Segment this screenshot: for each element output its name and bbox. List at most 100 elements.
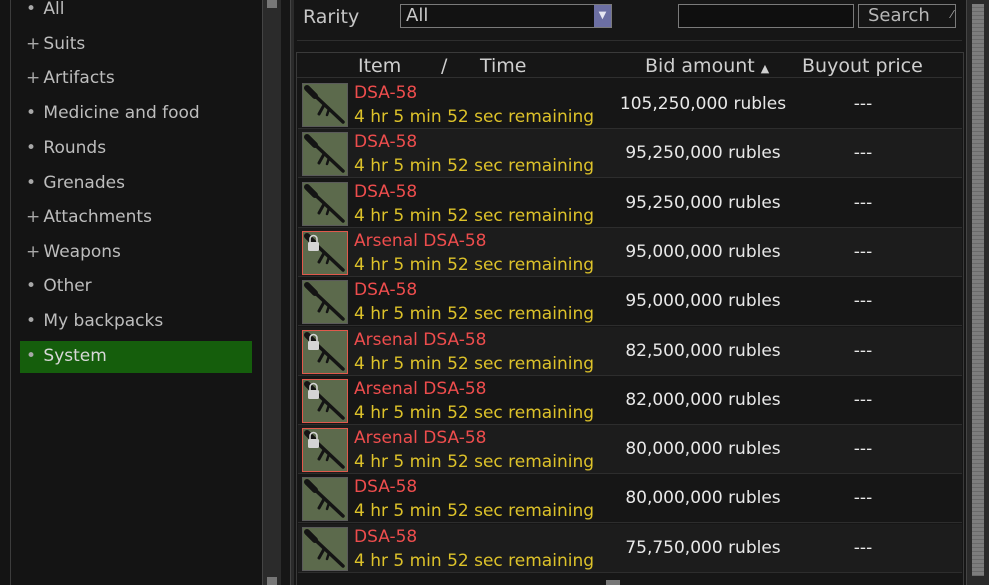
table-row[interactable]: DSA-58 4 hr 5 min 52 sec remaining 75,750,…	[298, 523, 962, 573]
table-row[interactable]: Arsenal DSA-58 4 hr 5 min 52 sec remainin…	[298, 326, 962, 376]
divider	[297, 40, 962, 41]
scroll-up-arrow-icon[interactable]	[267, 0, 277, 8]
time-remaining: 4 hr 5 min 52 sec remaining	[354, 402, 595, 423]
category-label: Other	[43, 276, 92, 296]
bullet-icon: •	[26, 138, 37, 158]
item-name: DSA-58	[354, 526, 418, 547]
table-row[interactable]: DSA-58 4 hr 5 min 52 sec remaining 80,000,…	[298, 474, 962, 524]
buyout-price: ---	[853, 439, 873, 460]
time-remaining: 4 hr 5 min 52 sec remaining	[354, 550, 595, 571]
expand-plus-icon[interactable]: +	[26, 29, 40, 60]
category-label: Artifacts	[43, 68, 115, 88]
expand-plus-icon[interactable]: +	[26, 63, 40, 94]
category-item[interactable]: • Grenades	[20, 168, 252, 200]
column-header-bid[interactable]: Bid amount ▲	[645, 55, 769, 77]
buyout-price: ---	[853, 241, 873, 262]
column-header-separator: /	[441, 55, 448, 77]
rarity-dropdown[interactable]: All ▼	[400, 4, 612, 28]
category-item[interactable]: • My backpacks	[20, 306, 252, 338]
search-button-label: Search	[868, 5, 930, 26]
scrollbar-thumb[interactable]	[972, 4, 984, 576]
buyout-price: ---	[853, 537, 873, 558]
category-label: Weapons	[43, 242, 121, 262]
category-label: Rounds	[43, 138, 107, 158]
buyout-price: ---	[853, 488, 873, 509]
category-item[interactable]: • All	[20, 0, 252, 26]
column-header-buyout[interactable]: Buyout price	[802, 55, 923, 77]
bid-amount: 95,250,000 rubles	[625, 143, 781, 164]
time-remaining: 4 hr 5 min 52 sec remaining	[354, 353, 595, 374]
rarity-label: Rarity	[303, 6, 360, 28]
chevron-down-icon[interactable]: ▼	[594, 5, 611, 27]
table-row[interactable]: DSA-58 4 hr 5 min 52 sec remaining 95,250,…	[298, 129, 962, 179]
item-name: DSA-58	[354, 477, 418, 498]
category-item[interactable]: • Medicine and food	[20, 98, 252, 130]
buyout-price: ---	[853, 389, 873, 410]
bid-amount: 82,500,000 rubles	[625, 340, 781, 361]
item-name: Arsenal DSA-58	[354, 329, 487, 350]
time-remaining: 4 hr 5 min 52 sec remaining	[354, 205, 595, 226]
item-thumbnail	[302, 526, 348, 571]
bullet-icon: •	[26, 103, 37, 123]
header-divider	[297, 77, 962, 78]
item-thumbnail	[302, 329, 348, 374]
item-name: DSA-58	[354, 132, 418, 153]
buyout-price: ---	[853, 291, 873, 312]
category-label: My backpacks	[43, 311, 164, 331]
bid-amount: 105,250,000 rubles	[619, 94, 787, 114]
column-header-item[interactable]: Item	[358, 55, 401, 77]
category-item[interactable]: • Other	[20, 271, 252, 303]
bid-amount: 75,750,000 rubles	[625, 537, 781, 558]
time-remaining: 4 hr 5 min 52 sec remaining	[354, 254, 595, 275]
item-thumbnail	[302, 378, 348, 423]
category-scrollbar[interactable]	[262, 0, 281, 585]
bid-amount: 80,000,000 rubles	[625, 439, 781, 460]
expand-plus-icon[interactable]: +	[26, 237, 40, 268]
bid-amount: 82,000,000 rubles	[625, 389, 781, 410]
time-remaining: 4 hr 5 min 52 sec remaining	[354, 452, 595, 473]
item-name: DSA-58	[354, 181, 418, 202]
time-remaining: 4 hr 5 min 52 sec remaining	[354, 501, 595, 522]
bullet-icon: •	[26, 0, 37, 19]
category-item[interactable]: + Attachments	[20, 202, 252, 234]
table-row[interactable]: DSA-58 4 hr 5 min 52 sec remaining 105,250…	[298, 80, 962, 129]
category-item[interactable]: • System	[20, 341, 252, 373]
search-input[interactable]	[678, 4, 854, 28]
table-row[interactable]: Arsenal DSA-58 4 hr 5 min 52 sec remainin…	[298, 425, 962, 475]
buyout-price: ---	[853, 340, 873, 361]
scroll-down-arrow-icon[interactable]	[267, 577, 277, 585]
item-name: Arsenal DSA-58	[354, 378, 487, 399]
panel-divider	[290, 0, 294, 585]
category-label: Attachments	[43, 207, 152, 227]
table-row[interactable]: DSA-58 4 hr 5 min 52 sec remaining 95,250,…	[298, 179, 962, 228]
table-row[interactable]: Arsenal DSA-58 4 hr 5 min 52 sec remainin…	[298, 376, 962, 425]
column-header-time[interactable]: Time	[480, 55, 527, 77]
buyout-price: ---	[853, 94, 873, 114]
expand-plus-icon[interactable]: +	[26, 202, 40, 233]
time-remaining: 4 hr 5 min 52 sec remaining	[354, 156, 595, 177]
category-label: System	[43, 346, 107, 366]
listings-scrollbar[interactable]	[966, 0, 989, 585]
category-item[interactable]: • Rounds	[20, 133, 252, 165]
time-remaining: 4 hr 5 min 52 sec remaining	[354, 107, 595, 127]
item-thumbnail	[302, 83, 348, 127]
horizontal-scroll-handle[interactable]	[606, 580, 620, 585]
category-item[interactable]: + Artifacts	[20, 63, 252, 95]
search-button[interactable]: Search ⁄	[858, 4, 956, 28]
column-header-bid-label: Bid amount	[645, 55, 755, 77]
item-thumbnail	[302, 428, 348, 473]
panel-border	[10, 0, 11, 585]
table-row[interactable]: DSA-58 4 hr 5 min 52 sec remaining 95,000,…	[298, 277, 962, 327]
table-row[interactable]: Arsenal DSA-58 4 hr 5 min 52 sec remainin…	[298, 227, 962, 277]
bid-amount: 95,250,000 rubles	[625, 192, 781, 213]
category-label: Grenades	[43, 173, 125, 193]
category-item[interactable]: + Suits	[20, 29, 252, 61]
category-item[interactable]: + Weapons	[20, 237, 252, 269]
item-name: DSA-58	[354, 280, 418, 301]
bullet-icon: •	[26, 276, 37, 296]
category-label: All	[43, 0, 65, 19]
sort-arrow-up-icon: ▲	[760, 62, 770, 75]
category-label: Medicine and food	[43, 103, 200, 123]
item-thumbnail	[302, 280, 348, 325]
buyout-price: ---	[853, 143, 873, 164]
